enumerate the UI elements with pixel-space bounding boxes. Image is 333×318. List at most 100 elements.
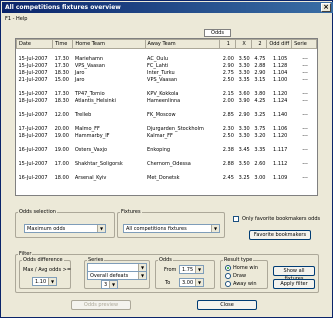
- favorite-only-checkbox[interactable]: [233, 216, 239, 222]
- table-cell: [251, 49, 267, 56]
- table-row[interactable]: 15-Jul-2007 12.00 Trelleb FK_Moscow 2.85 2.90…: [17, 112, 317, 119]
- show-all-fixtures-button[interactable]: Show all fixtures: [273, 266, 315, 282]
- column-header[interactable]: Time: [52, 39, 74, 49]
- table-cell: 18.00: [54, 175, 69, 181]
- chevron-down-icon: ▼: [97, 225, 105, 232]
- table-cell: [53, 140, 73, 147]
- table-cell: [17, 49, 53, 56]
- chevron-down-icon: ▼: [48, 278, 56, 285]
- table-cell: [267, 84, 292, 91]
- table-cell: 3.35: [254, 147, 266, 153]
- column-header[interactable]: Home Team: [72, 39, 146, 49]
- odds-difference-select[interactable]: 1.10 ▼: [32, 277, 57, 286]
- table-cell: 2.00: [222, 56, 234, 62]
- table-cell: 16-Jul-2007: [18, 175, 48, 181]
- table-row[interactable]: 18-Jul-2007 19.00 Hammarby_IF Kalmar_FF 2.50…: [17, 133, 317, 140]
- table-cell: [251, 168, 267, 175]
- table-cell: 1.104: [273, 70, 288, 76]
- table-cell: [73, 154, 145, 161]
- series-count-select[interactable]: 3 ▼: [101, 280, 118, 289]
- odds-to-select[interactable]: 3.00 ▼: [179, 278, 204, 287]
- series-kind-select[interactable]: Overall defeats ▼: [87, 271, 147, 280]
- table-row[interactable]: [17, 140, 317, 147]
- table-cell: [145, 119, 219, 126]
- column-header[interactable]: Odd diff: [266, 39, 293, 49]
- favorite-bookmakers-button[interactable]: Favorite bookmakers: [249, 230, 311, 240]
- radio-away-win[interactable]: [225, 281, 231, 287]
- radio-home-win[interactable]: [225, 265, 231, 271]
- main-window: All competitions fixtures overview × F1 …: [0, 0, 333, 318]
- table-row[interactable]: 16-Jul-2007 19.00 Osters_Vaxjo Enkoping 2.38…: [17, 147, 317, 154]
- table-row[interactable]: [17, 119, 317, 126]
- table-row[interactable]: 15-Jul-2007 17.30 VPS_Vaasan FC_Lahti 2.90 3.…: [17, 63, 317, 70]
- table-cell: ---: [302, 91, 308, 97]
- table-row[interactable]: [17, 49, 317, 56]
- table-cell: ---: [302, 112, 308, 118]
- radio-draw[interactable]: [225, 273, 231, 279]
- fixtures-label: Fixtures: [120, 209, 142, 215]
- table-row[interactable]: 16-Jul-2007 18.00 Arsenal_Kyiv Met_Donetsk 2…: [17, 175, 317, 182]
- table-cell: ---: [302, 175, 308, 181]
- table-row[interactable]: 18-Jul-2007 18.30 Jaro Inter_Turku 2.75 3.30 2…: [17, 70, 317, 77]
- table-cell: Arsenal_Kyiv: [74, 175, 107, 181]
- help-menu[interactable]: F1 - Help: [5, 16, 27, 22]
- column-header[interactable]: X: [234, 39, 252, 49]
- close-icon[interactable]: ×: [321, 3, 331, 12]
- table-cell: [219, 49, 235, 56]
- odds-selection-dropdown[interactable]: Maximum odds ▼: [24, 224, 106, 233]
- table-cell: [73, 119, 145, 126]
- table-cell: 17.30: [54, 56, 69, 62]
- column-header[interactable]: 1: [218, 39, 236, 49]
- table-cell: [17, 140, 53, 147]
- table-cell: FK_Moscow: [147, 112, 176, 118]
- table-header: Date Time Home Team Away Team 1 X 2 Odd diff Ser…: [16, 39, 317, 49]
- table-row[interactable]: 15-Jul-2007 17.00 Shakhtar_Soligorsk Cherno…: [17, 161, 317, 168]
- table-cell: 4.25: [254, 98, 266, 104]
- table-cell: TP47_Tornio: [74, 91, 105, 97]
- table-cell: 2.60: [254, 161, 266, 167]
- table-cell: [145, 105, 219, 112]
- table-cell: [219, 140, 235, 147]
- odds-from-select[interactable]: 1.75 ▼: [179, 265, 204, 274]
- table-row[interactable]: [17, 84, 317, 91]
- table-cell: 17-Jul-2007: [18, 126, 48, 132]
- away-win-label: Away win: [233, 281, 257, 287]
- table-cell: Mariehamn: [74, 56, 104, 62]
- apply-filter-button[interactable]: Apply filter: [273, 279, 315, 289]
- column-header[interactable]: Serie: [291, 39, 317, 49]
- table-row[interactable]: 17-Jul-2007 20.00 Malmo_FF Djurgarden_Stock…: [17, 126, 317, 133]
- table-cell: [251, 119, 267, 126]
- odds-preview-button[interactable]: Odds preview: [71, 300, 131, 310]
- table-cell: [53, 154, 73, 161]
- table-cell: [145, 154, 219, 161]
- column-header[interactable]: Date: [16, 39, 54, 49]
- table-cell: [219, 154, 235, 161]
- table-cell: [53, 84, 73, 91]
- table-cell: [267, 49, 292, 56]
- series-count-value: 3: [104, 282, 108, 288]
- table-cell: 1.120: [273, 133, 288, 139]
- table-cell: 1.140: [273, 112, 288, 118]
- table-cell: 18-Jul-2007: [18, 70, 48, 76]
- table-cell: 1.124: [273, 98, 288, 104]
- column-header[interactable]: 2: [250, 39, 268, 49]
- table-cell: 17.30: [54, 63, 69, 69]
- table-row[interactable]: [17, 105, 317, 112]
- close-button[interactable]: Close: [197, 300, 257, 310]
- table-row[interactable]: 21-Jul-2007 15.00 Jaro VPS_Vaasan 2.50 3.35 3.…: [17, 77, 317, 84]
- table-row[interactable]: [17, 168, 317, 175]
- fixtures-dropdown[interactable]: All competitions fixtures ▼: [123, 224, 220, 233]
- table-cell: 21-Jul-2007: [18, 77, 48, 83]
- table-cell: 3.50: [238, 161, 250, 167]
- tab-odds[interactable]: Odds: [204, 29, 231, 37]
- table-cell: 12.00: [54, 112, 69, 118]
- table-row[interactable]: 18-Jul-2007 18.30 Atlantis_Helsinki Hameenl…: [17, 98, 317, 105]
- table-row[interactable]: [17, 154, 317, 161]
- table-cell: 17.30: [54, 91, 69, 97]
- column-header[interactable]: Away Team: [144, 39, 220, 49]
- table-cell: AC_Oulu: [147, 56, 169, 62]
- odds-from-value: 1.75: [182, 267, 194, 273]
- table-row[interactable]: 15-Jul-2007 17.30 TP47_Tornio KPV_Kokkola 2.…: [17, 91, 317, 98]
- table-row[interactable]: 15-Jul-2007 17.30 Mariehamn AC_Oulu 2.00 3.50…: [17, 56, 317, 63]
- table-cell: [292, 119, 317, 126]
